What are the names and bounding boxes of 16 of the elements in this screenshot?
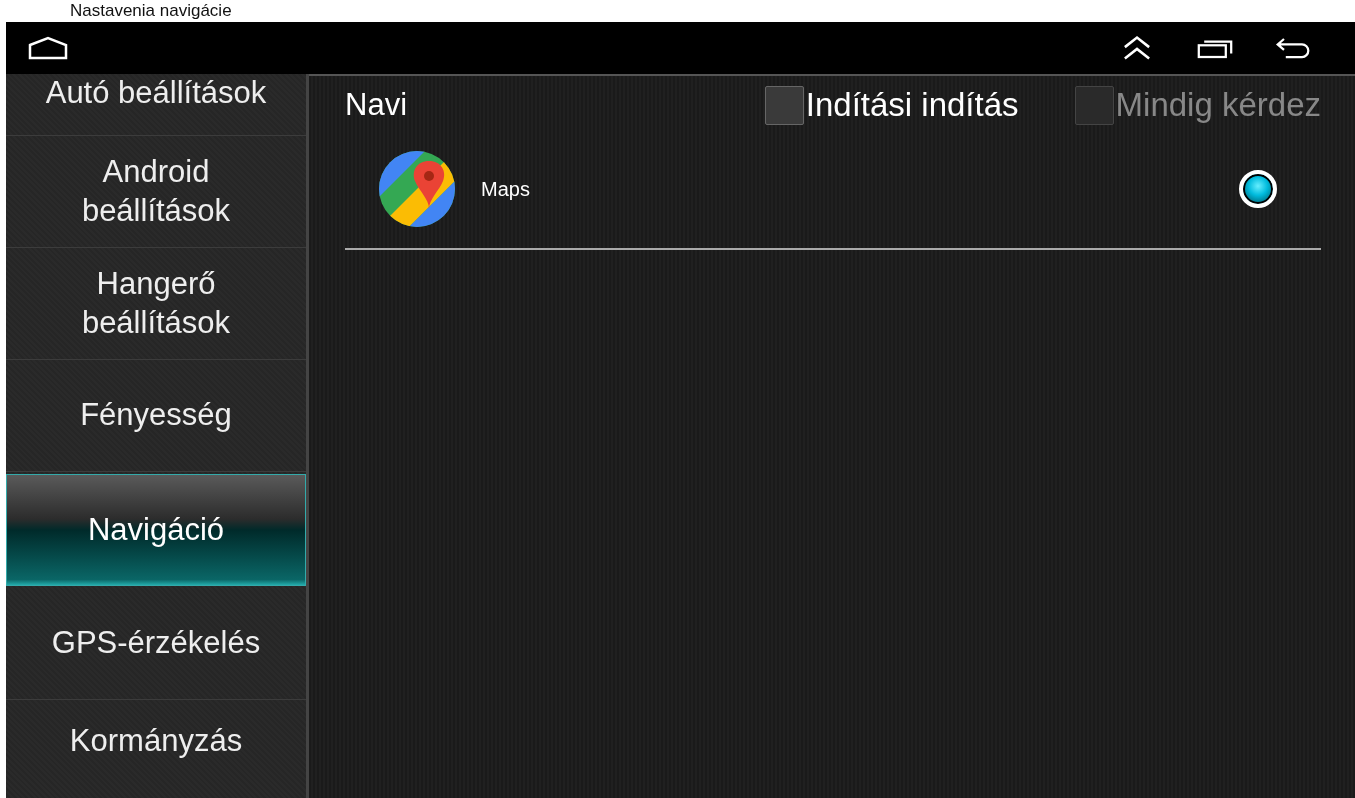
sidebar-item[interactable]: Navigáció bbox=[6, 474, 306, 586]
sidebar-item[interactable]: Hangerő beállítások bbox=[6, 248, 306, 360]
sidebar-item[interactable]: Kormányzás bbox=[6, 700, 306, 798]
checkbox-label: Mindig kérdez bbox=[1115, 86, 1321, 124]
app-name: Maps bbox=[481, 177, 531, 201]
sidebar-item[interactable]: GPS-érzékelés bbox=[6, 588, 306, 700]
checkbox-label: Indítási indítás bbox=[805, 86, 1019, 124]
panel-title: Navi bbox=[345, 87, 408, 123]
checkbox[interactable] bbox=[764, 85, 804, 125]
back-icon[interactable] bbox=[1275, 35, 1311, 61]
caption-text: Nastavenia navigácie bbox=[69, 0, 233, 22]
sidebar-item[interactable]: Autó beállítások bbox=[6, 74, 306, 136]
home-icon[interactable] bbox=[28, 35, 68, 61]
sidebar-item[interactable]: Fényesség bbox=[6, 360, 306, 472]
sidebar-item[interactable]: Android beállítások bbox=[6, 136, 306, 248]
radio-button[interactable] bbox=[1239, 170, 1277, 208]
